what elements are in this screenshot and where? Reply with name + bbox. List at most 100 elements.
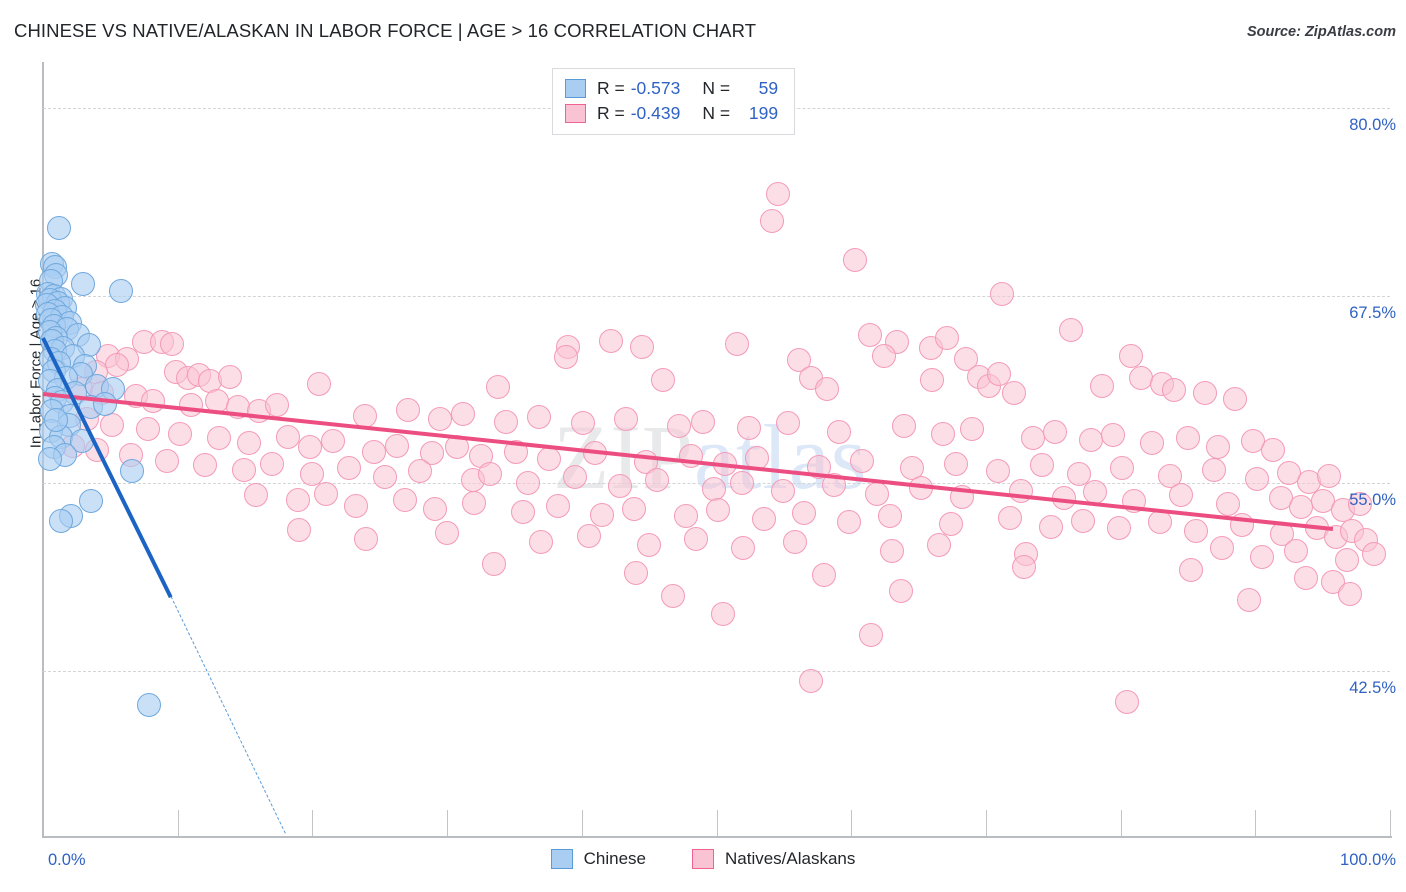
x-axis-tick <box>716 810 718 836</box>
series-legend-item[interactable]: Chinese <box>550 849 646 869</box>
scatter-point <box>576 523 601 548</box>
scatter-point <box>1317 463 1342 488</box>
scatter-point <box>1107 516 1132 541</box>
scatter-point <box>48 508 73 533</box>
scatter-point <box>812 562 837 587</box>
scatter-point <box>1169 483 1194 508</box>
scatter-point <box>878 504 903 529</box>
scatter-point <box>563 465 588 490</box>
scatter-point <box>1193 381 1218 406</box>
scatter-point <box>1078 427 1103 452</box>
x-axis-tick <box>447 810 449 836</box>
scatter-point <box>1283 538 1308 563</box>
scatter-point <box>623 561 648 586</box>
scatter-point <box>422 496 447 521</box>
scatter-point <box>362 439 387 464</box>
scatter-point <box>529 529 554 554</box>
scatter-point <box>1038 514 1063 539</box>
scatter-point <box>354 526 379 551</box>
scatter-point <box>494 409 519 434</box>
scatter-point <box>1337 582 1362 607</box>
series-name: Natives/Alaskans <box>724 849 856 868</box>
scatter-point <box>428 406 453 431</box>
gridline <box>43 670 1390 672</box>
scatter-point <box>1361 541 1386 566</box>
scatter-point <box>154 448 179 473</box>
r-value: -0.439 <box>630 103 681 123</box>
scatter-point <box>986 459 1011 484</box>
series-legend-item[interactable]: Natives/Alaskans <box>691 849 856 869</box>
x-axis-tick <box>851 810 853 836</box>
scatter-point <box>320 429 345 454</box>
x-axis-tick <box>985 810 987 836</box>
scatter-point <box>37 447 62 472</box>
scatter-point <box>297 435 322 460</box>
scatter-point <box>1021 426 1046 451</box>
scatter-point <box>1184 519 1209 544</box>
scatter-point <box>1128 366 1153 391</box>
scatter-point <box>650 367 675 392</box>
scatter-point <box>285 487 310 512</box>
series-name: Chinese <box>583 849 646 868</box>
scatter-point <box>684 526 709 551</box>
scatter-point <box>1175 426 1200 451</box>
scatter-point <box>1042 420 1067 445</box>
y-axis-tick-label: 42.5% <box>1349 678 1396 697</box>
scatter-point <box>1178 558 1203 583</box>
scatter-point <box>1011 555 1036 580</box>
scatter-point <box>179 393 204 418</box>
scatter-point <box>515 471 540 496</box>
scatter-point <box>313 481 338 506</box>
scatter-point <box>622 496 647 521</box>
scatter-point <box>782 529 807 554</box>
scatter-point <box>168 421 193 446</box>
scatter-point <box>1089 373 1114 398</box>
scatter-point <box>71 271 96 296</box>
scatter-point <box>607 474 632 499</box>
series-swatch <box>691 849 714 869</box>
scatter-point <box>1209 535 1234 560</box>
scatter-point <box>666 414 691 439</box>
scatter-point <box>537 447 562 472</box>
scatter-point <box>1058 318 1083 343</box>
y-axis-tick-label: 55.0% <box>1349 491 1396 510</box>
scatter-point <box>711 601 736 626</box>
correlation-chart: CHINESE VS NATIVE/ALASKAN IN LABOR FORCE… <box>0 0 1406 892</box>
scatter-point <box>396 397 421 422</box>
n-value: 59 <box>758 78 779 98</box>
scatter-point <box>879 538 904 563</box>
scatter-point <box>673 504 698 529</box>
scatter-point <box>231 457 256 482</box>
r-label: R = <box>597 103 625 123</box>
scatter-point <box>141 388 166 413</box>
scatter-point <box>482 552 507 577</box>
scatter-point <box>373 465 398 490</box>
scatter-point <box>307 372 332 397</box>
scatter-point <box>435 520 460 545</box>
scatter-point <box>960 417 985 442</box>
scatter-point <box>259 451 284 476</box>
x-axis-tick <box>1390 810 1391 836</box>
scatter-point <box>814 376 839 401</box>
n-label: N = <box>702 78 731 98</box>
scatter-point <box>751 507 776 532</box>
r-value: -0.573 <box>630 78 681 98</box>
scatter-point <box>1260 438 1285 463</box>
scatter-point <box>645 468 670 493</box>
scatter-point <box>859 622 884 647</box>
plot-area: ZIPatlas <box>35 63 1390 836</box>
scatter-point <box>836 510 861 535</box>
scatter-point <box>849 448 874 473</box>
scatter-point <box>990 282 1015 307</box>
scatter-point <box>792 501 817 526</box>
scatter-point <box>705 498 730 523</box>
scatter-point <box>462 490 487 515</box>
scatter-point <box>1236 588 1261 613</box>
n-label: N = <box>702 103 731 123</box>
scatter-point <box>385 433 410 458</box>
scatter-point <box>243 483 268 508</box>
scatter-point <box>192 453 217 478</box>
scatter-point <box>736 415 761 440</box>
gridline <box>43 295 1390 297</box>
scatter-point <box>393 487 418 512</box>
